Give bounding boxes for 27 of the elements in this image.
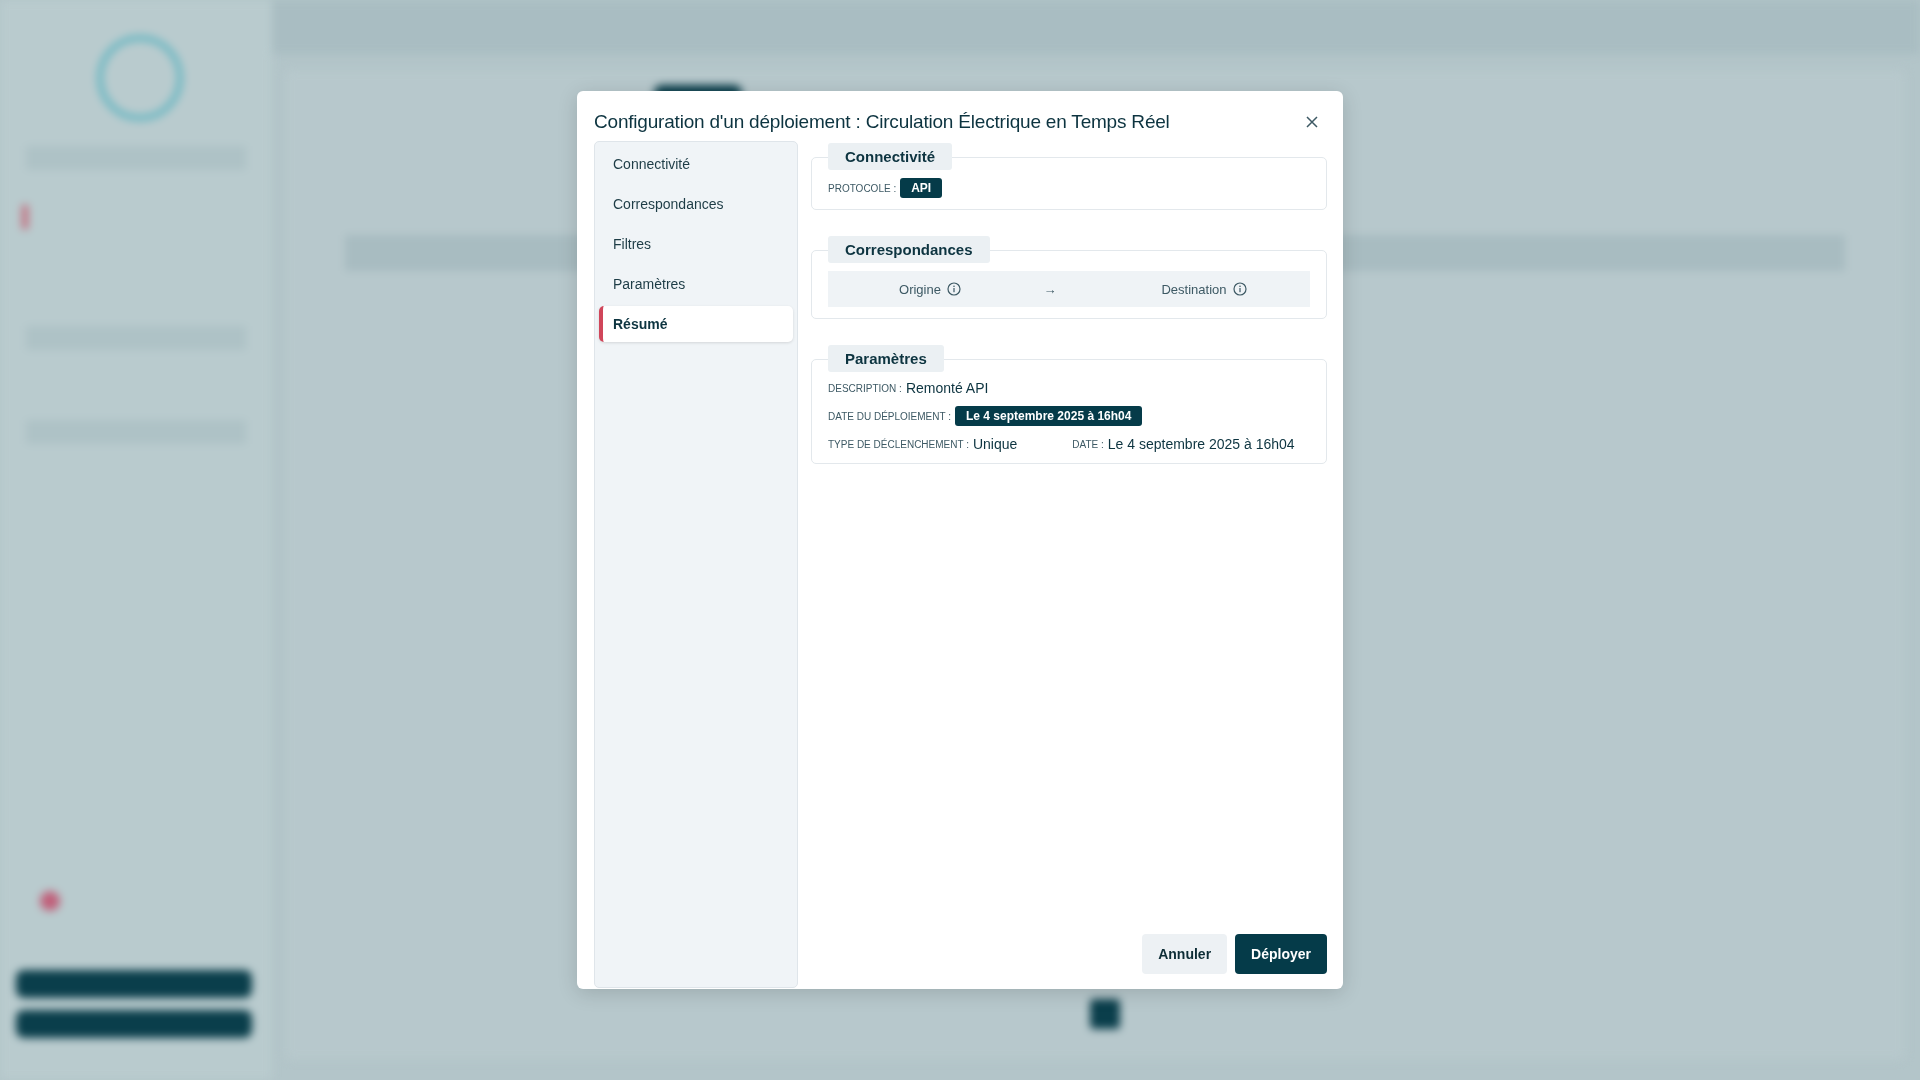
info-icon <box>946 282 961 296</box>
field-value: Remonté API <box>905 380 989 396</box>
cancel-button[interactable]: Annuler <box>1142 934 1228 974</box>
step-item[interactable]: Paramètres <box>599 266 793 302</box>
step-item[interactable]: Correspondances <box>599 186 793 222</box>
section-title: Correspondances <box>828 236 990 263</box>
arrow-text: → <box>1042 281 1058 297</box>
column-header: Origine <box>899 281 941 297</box>
value-badge: API <box>900 178 943 198</box>
info-icon <box>1232 282 1247 296</box>
close-icon[interactable] <box>1305 115 1319 129</box>
field-label: DATE : <box>1072 438 1104 450</box>
step-item[interactable]: Connectivité <box>599 146 793 182</box>
field-value: Unique <box>972 436 1018 452</box>
value-badge: Le 4 septembre 2025 à 16h04 <box>955 406 1143 426</box>
step-item[interactable]: Résumé <box>599 306 793 342</box>
section-title: Connectivité <box>828 143 952 170</box>
dialog-title: Configuration d'un déploiement : Circulation Électrique en Temps Réel <box>594 111 1170 133</box>
field-label: DATE DU DÉPLOIEMENT : <box>828 410 951 422</box>
field-label: DESCRIPTION : <box>828 382 902 394</box>
section-title: Paramètres <box>828 345 944 372</box>
field-label: PROTOCOLE : <box>828 182 897 194</box>
step-item[interactable]: Filtres <box>599 226 793 262</box>
column-header: Destination <box>1161 281 1227 297</box>
field-label: TYPE DE DÉCLENCHEMENT : <box>828 438 969 450</box>
field-value: Le 4 septembre 2025 à 16h04 <box>1107 436 1295 452</box>
deploy-button[interactable]: Déployer <box>1235 934 1327 974</box>
